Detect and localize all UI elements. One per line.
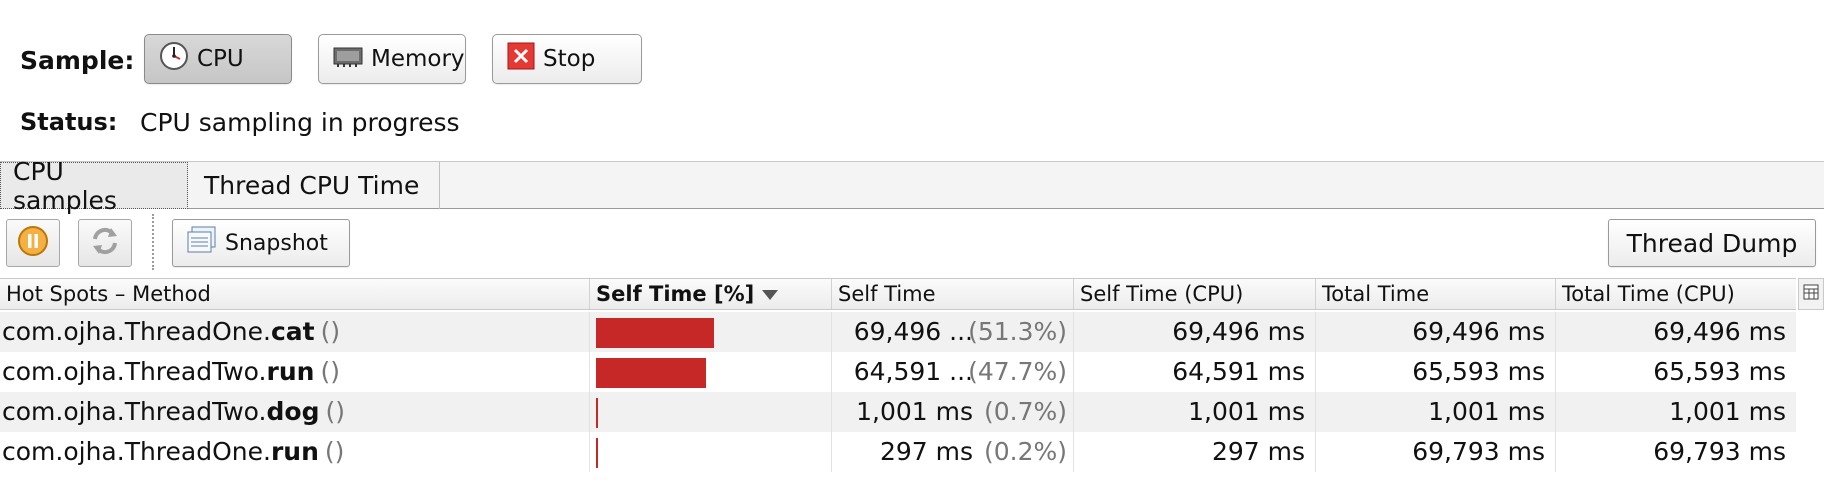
self-time-value: 1,001 ms <box>856 397 973 426</box>
thread-dump-button-label: Thread Dump <box>1626 228 1798 258</box>
pause-button[interactable] <box>6 219 60 267</box>
column-header-self-time-percent-label: Self Time [%] <box>596 282 755 306</box>
snapshot-button-label: Snapshot <box>225 230 328 256</box>
self-time-bar-cell <box>590 352 832 392</box>
self-time-value: 69,496 ... <box>853 317 973 346</box>
total-time-cell: 69,793 ms <box>1316 432 1556 472</box>
total-time-cell: 1,001 ms <box>1316 392 1556 432</box>
column-header-total-time[interactable]: Total Time <box>1316 279 1556 309</box>
stop-button-label: Stop <box>543 46 596 72</box>
method-class: com.ojha.ThreadTwo. <box>2 397 267 426</box>
self-time-bar-cell <box>590 392 832 432</box>
method-parens: () <box>320 317 341 346</box>
pause-icon <box>17 225 49 261</box>
method-name: cat <box>270 317 315 346</box>
self-time-cell: 1,001 ms (0.7%) <box>832 392 1074 432</box>
table-row[interactable]: com.ojha.ThreadTwo.dog() 1,001 ms (0.7%) … <box>0 392 1796 432</box>
self-time-percent: (51.3%) <box>968 317 1067 346</box>
self-time-bar <box>596 358 706 388</box>
self-time-percent: (0.7%) <box>983 397 1067 426</box>
snapshot-icon <box>187 226 217 260</box>
method-name: dog <box>266 397 320 426</box>
method-name: run <box>266 357 315 386</box>
clock-icon <box>159 41 189 77</box>
sort-descending-icon <box>762 290 779 300</box>
self-time-cpu-cell: 64,591 ms <box>1074 352 1316 392</box>
self-time-bar <box>596 318 714 348</box>
method-name: run <box>270 437 319 466</box>
cpu-button[interactable]: CPU <box>144 34 292 84</box>
status-label: Status: <box>20 108 118 136</box>
table-row[interactable]: com.ojha.ThreadTwo.run() 64,591 ... (47.7… <box>0 352 1796 392</box>
self-time-cell: 297 ms (0.2%) <box>832 432 1074 472</box>
column-header-self-time-percent[interactable]: Self Time [%] <box>590 279 832 309</box>
method-cell: com.ojha.ThreadOne.run() <box>0 432 590 472</box>
self-time-value: 297 ms <box>879 437 973 466</box>
tab-cpu-samples[interactable]: CPU samples <box>0 157 188 215</box>
self-time-cpu-cell: 69,496 ms <box>1074 312 1316 352</box>
total-time-cell: 69,496 ms <box>1316 312 1556 352</box>
self-time-bar <box>596 438 598 468</box>
total-time-cell: 65,593 ms <box>1316 352 1556 392</box>
self-time-bar-cell <box>590 432 832 472</box>
total-time-cpu-cell: 69,496 ms <box>1653 317 1786 346</box>
method-cell: com.ojha.ThreadOne.cat() <box>0 312 590 352</box>
method-cell: com.ojha.ThreadTwo.run() <box>0 352 590 392</box>
tab-thread-cpu-time[interactable]: Thread CPU Time <box>192 162 440 209</box>
toolbar-separator <box>152 214 154 270</box>
stop-button[interactable]: Stop <box>492 34 642 84</box>
thread-dump-button[interactable]: Thread Dump <box>1608 219 1816 267</box>
table-columns-icon <box>1803 284 1819 304</box>
method-class: com.ojha.ThreadOne. <box>2 437 271 466</box>
method-parens: () <box>325 397 345 426</box>
refresh-icon <box>89 225 121 261</box>
stop-x-icon <box>507 42 535 76</box>
table-header: Hot Spots – Method Self Time [%] Self Ti… <box>0 278 1796 310</box>
column-header-method[interactable]: Hot Spots – Method <box>0 279 590 309</box>
status-value: CPU sampling in progress <box>140 108 460 137</box>
table-row[interactable]: com.ojha.ThreadOne.cat() 69,496 ... (51.3… <box>0 312 1796 352</box>
column-header-self-time-cpu[interactable]: Self Time (CPU) <box>1074 279 1316 309</box>
method-class: com.ojha.ThreadTwo. <box>2 357 267 386</box>
method-parens: () <box>324 437 345 466</box>
total-time-cpu-cell: 1,001 ms <box>1669 397 1786 426</box>
column-header-total-time-cpu[interactable]: Total Time (CPU) <box>1556 279 1796 309</box>
self-time-cpu-cell: 1,001 ms <box>1074 392 1316 432</box>
snapshot-button[interactable]: Snapshot <box>172 219 350 267</box>
self-time-value: 64,591 ... <box>853 357 973 386</box>
self-time-cpu-cell: 297 ms <box>1074 432 1316 472</box>
total-time-cpu-cell: 65,593 ms <box>1653 357 1786 386</box>
tab-bar: CPU samples Thread CPU Time <box>0 157 1824 215</box>
self-time-bar <box>596 398 598 428</box>
column-header-self-time[interactable]: Self Time <box>832 279 1074 309</box>
method-cell: com.ojha.ThreadTwo.dog() <box>0 392 590 432</box>
self-time-bar-cell <box>590 312 832 352</box>
self-time-cell: 69,496 ... (51.3%) <box>832 312 1074 352</box>
self-time-percent: (0.2%) <box>983 437 1067 466</box>
memory-button[interactable]: Memory <box>318 34 466 84</box>
self-time-cell: 64,591 ... (47.7%) <box>832 352 1074 392</box>
column-chooser-button[interactable] <box>1798 278 1824 310</box>
cpu-button-label: CPU <box>197 46 244 72</box>
memory-button-label: Memory <box>371 46 465 72</box>
method-class: com.ojha.ThreadOne. <box>2 317 271 346</box>
refresh-button[interactable] <box>78 219 132 267</box>
memory-chip-icon <box>333 44 363 74</box>
table-row[interactable]: com.ojha.ThreadOne.run() 297 ms (0.2%) 29… <box>0 432 1796 472</box>
sample-label: Sample: <box>20 46 135 75</box>
method-parens: () <box>320 357 340 386</box>
total-time-cpu-cell: 69,793 ms <box>1653 437 1786 466</box>
self-time-percent: (47.7%) <box>968 357 1067 386</box>
